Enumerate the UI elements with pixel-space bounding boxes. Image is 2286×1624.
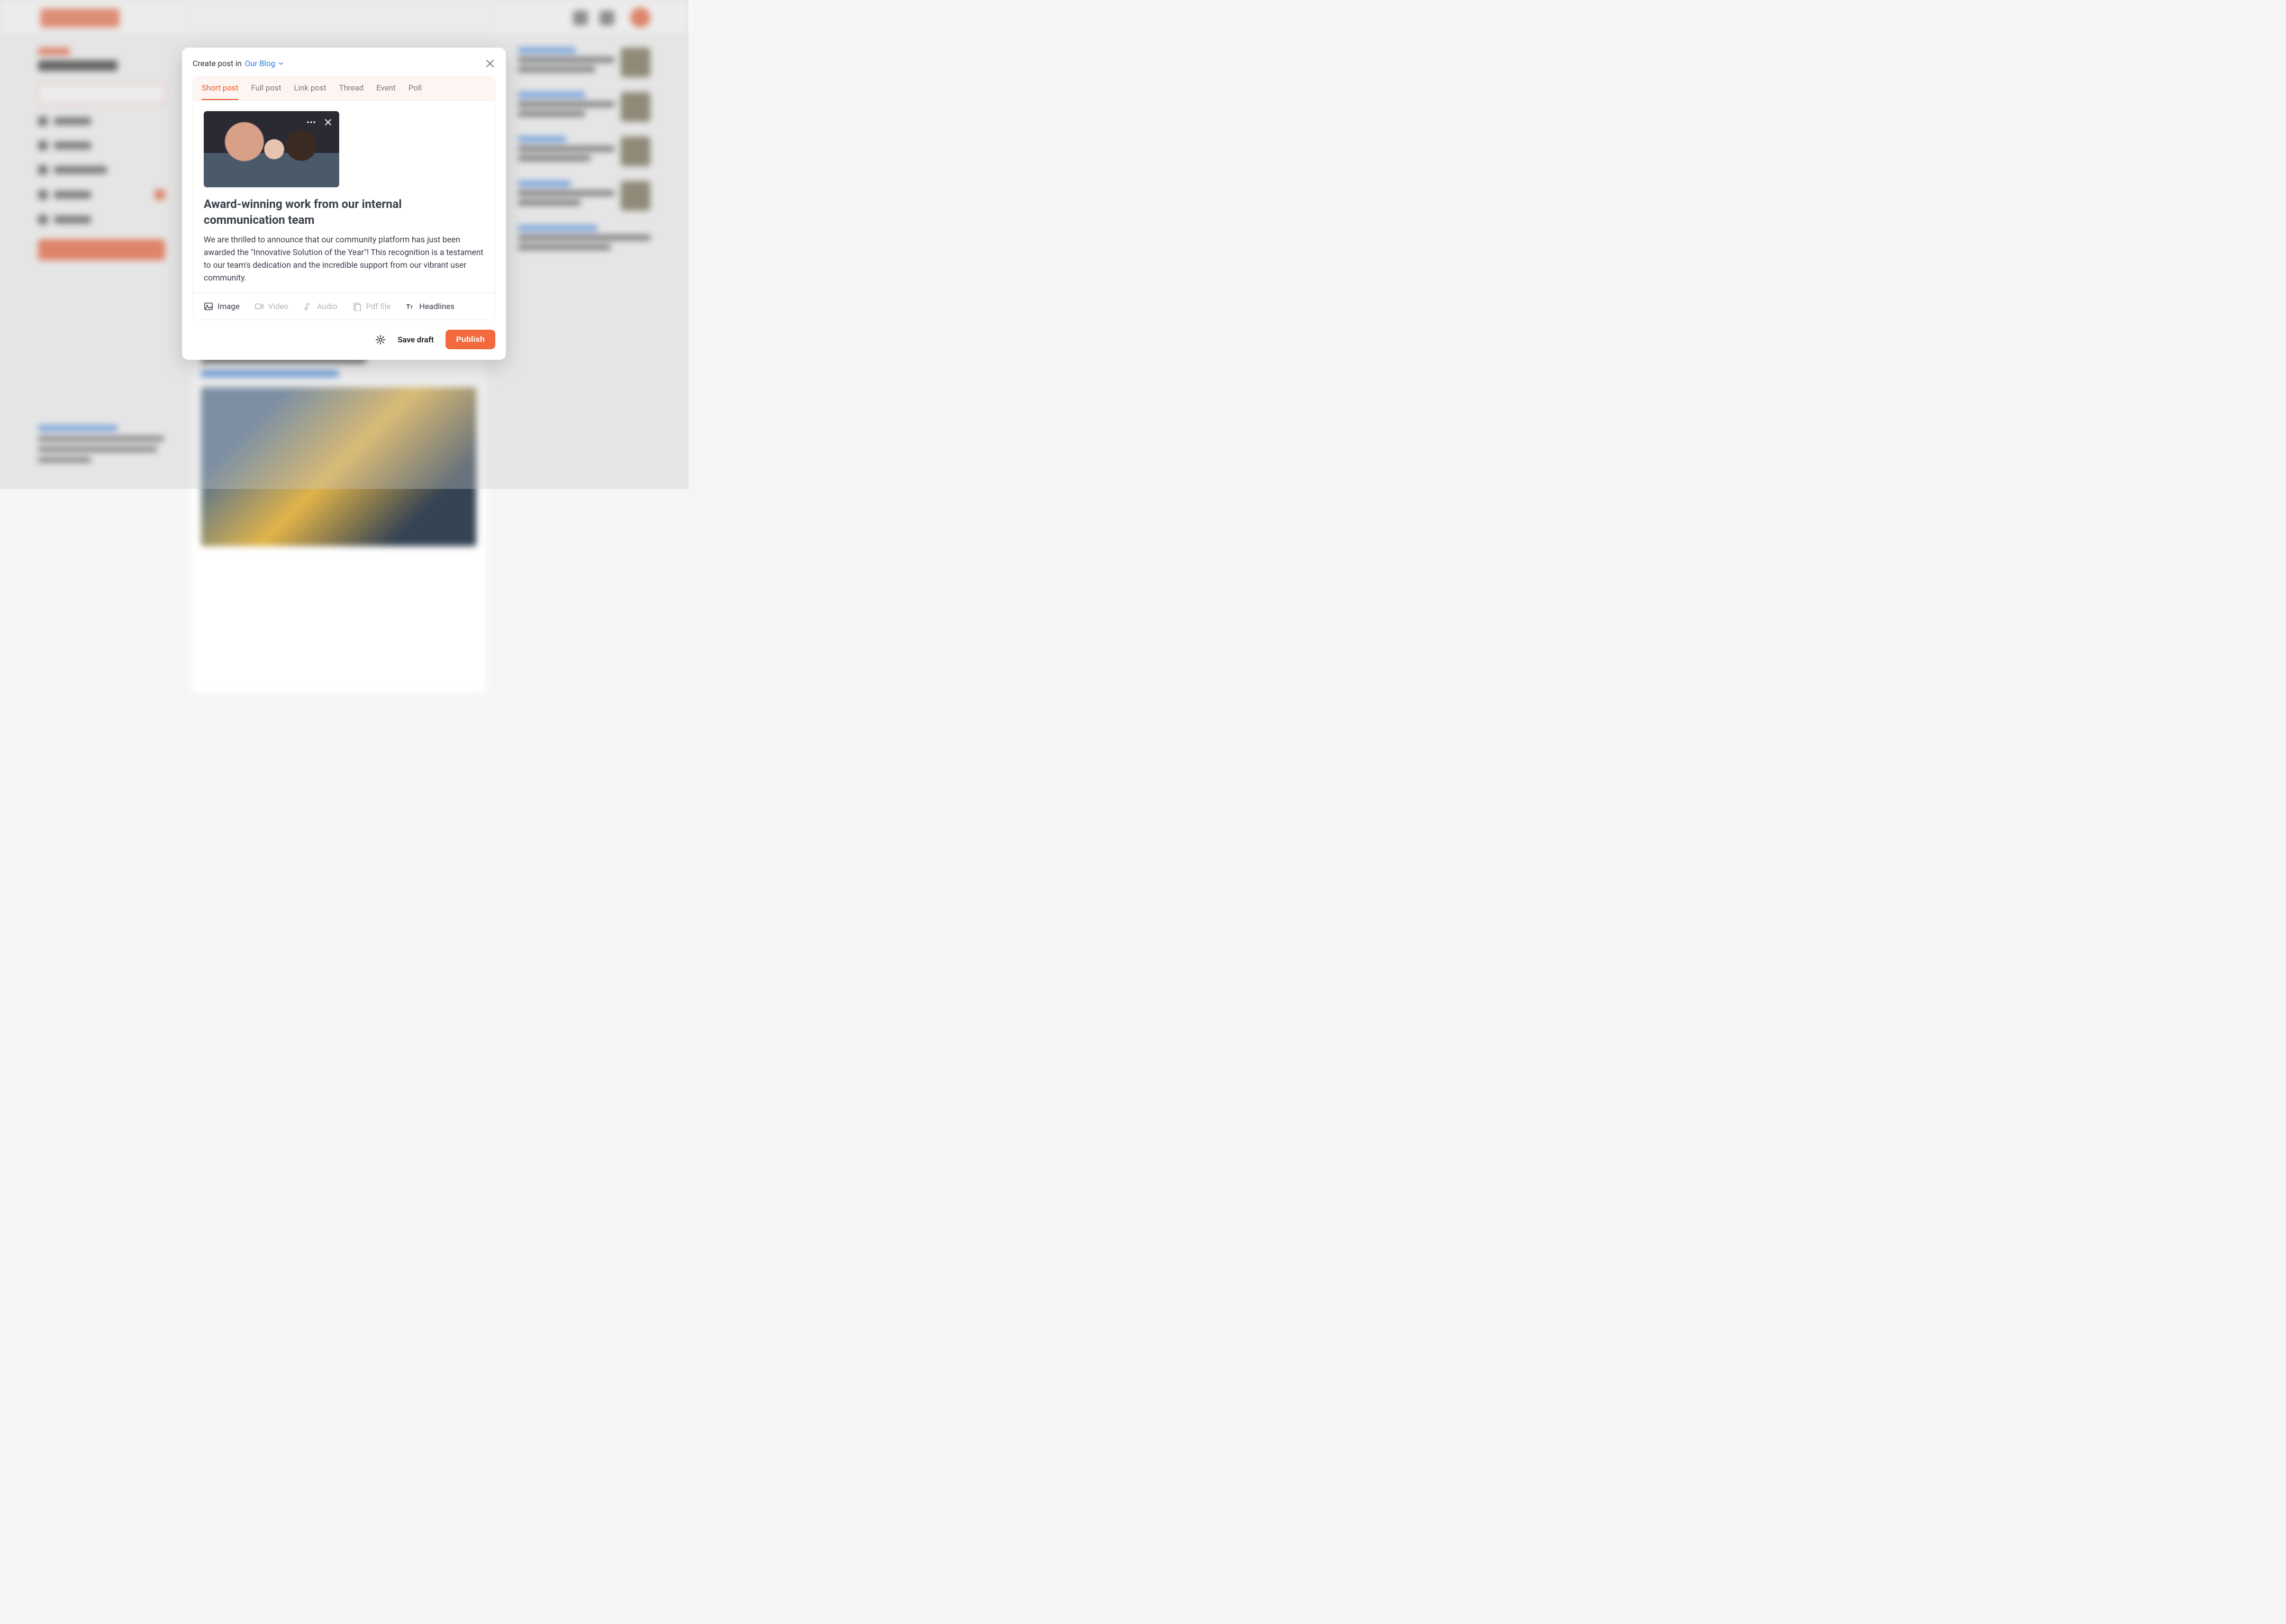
attachment-toolbar: Image Video Audio Pdf file TT Headlines bbox=[193, 293, 495, 320]
more-horizontal-icon bbox=[305, 116, 317, 128]
tab-short-post[interactable]: Short post bbox=[202, 83, 238, 100]
blog-name: Our Blog bbox=[245, 59, 275, 68]
blog-selector[interactable]: Our Blog bbox=[245, 59, 284, 68]
publish-button[interactable]: Publish bbox=[446, 330, 495, 349]
tab-full-post[interactable]: Full post bbox=[251, 83, 281, 100]
tab-event[interactable]: Event bbox=[376, 83, 396, 100]
attach-headlines-label: Headlines bbox=[419, 302, 455, 311]
attach-pdf-button[interactable]: Pdf file bbox=[352, 302, 391, 311]
modal-footer: Save draft Publish bbox=[193, 330, 495, 349]
headlines-icon: TT bbox=[405, 302, 415, 311]
post-image-thumbnail bbox=[204, 111, 339, 187]
chevron-down-icon bbox=[278, 61, 284, 66]
tab-thread[interactable]: Thread bbox=[339, 83, 364, 100]
attach-pdf-label: Pdf file bbox=[366, 302, 391, 311]
pdf-icon bbox=[352, 302, 362, 311]
attach-video-label: Video bbox=[268, 302, 288, 311]
attach-headlines-button[interactable]: TT Headlines bbox=[405, 302, 455, 311]
attach-audio-label: Audio bbox=[317, 302, 338, 311]
modal-header: Create post in Our Blog bbox=[193, 58, 495, 69]
svg-text:T: T bbox=[410, 305, 413, 310]
attach-video-button[interactable]: Video bbox=[255, 302, 288, 311]
save-draft-button[interactable]: Save draft bbox=[397, 335, 433, 344]
image-remove-button[interactable] bbox=[322, 116, 334, 128]
close-icon[interactable] bbox=[485, 58, 495, 69]
video-icon bbox=[255, 302, 264, 311]
close-icon bbox=[323, 117, 333, 127]
post-title-input[interactable]: Award-winning work from our internal com… bbox=[204, 197, 484, 228]
audio-icon bbox=[303, 302, 313, 311]
image-icon bbox=[204, 302, 213, 311]
create-post-in-label: Create post in bbox=[193, 59, 242, 68]
create-post-modal: Create post in Our Blog Short post Full … bbox=[182, 48, 506, 360]
post-body-input[interactable]: We are thrilled to announce that our com… bbox=[204, 233, 484, 284]
tab-poll[interactable]: Poll bbox=[409, 83, 422, 100]
attach-image-button[interactable]: Image bbox=[204, 302, 240, 311]
post-type-tabs: Short post Full post Link post Thread Ev… bbox=[193, 77, 495, 101]
post-editor-panel: Short post Full post Link post Thread Ev… bbox=[193, 76, 495, 320]
attach-image-label: Image bbox=[217, 302, 240, 311]
settings-icon[interactable] bbox=[375, 334, 386, 345]
image-options-button[interactable] bbox=[305, 116, 317, 128]
attach-audio-button[interactable]: Audio bbox=[303, 302, 338, 311]
tab-link-post[interactable]: Link post bbox=[294, 83, 326, 100]
post-content-area: Award-winning work from our internal com… bbox=[193, 101, 495, 293]
